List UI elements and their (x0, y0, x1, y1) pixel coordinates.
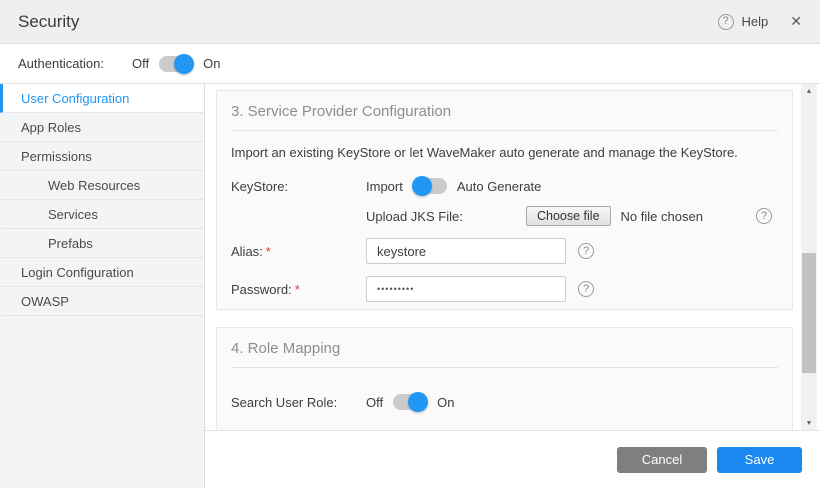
toggle-knob (174, 54, 194, 74)
help-link[interactable]: Help (742, 14, 769, 29)
keystore-description: Import an existing KeyStore or let WaveM… (231, 145, 778, 160)
alias-input[interactable] (366, 238, 566, 264)
required-asterisk: * (266, 244, 271, 259)
file-chosen-status: No file chosen (621, 209, 703, 224)
sidebar-item-permissions[interactable]: Permissions (0, 142, 204, 171)
password-label-text: Password: (231, 282, 292, 297)
search-user-role-row: Search User Role: Off On (231, 394, 778, 410)
sidebar-item-web-resources[interactable]: Web Resources (0, 171, 204, 200)
alias-label-text: Alias: (231, 244, 263, 259)
password-row: Password:* ? (231, 276, 778, 302)
vertical-scrollbar[interactable]: ▲ ▼ (801, 84, 817, 430)
keystore-toggle[interactable] (413, 178, 447, 194)
authentication-toggle[interactable] (159, 56, 193, 72)
service-provider-configuration-section: 3. Service Provider Configuration Import… (216, 90, 793, 310)
authentication-label: Authentication: (18, 56, 104, 71)
keystore-autogenerate-label: Auto Generate (457, 179, 542, 194)
section-title: 3. Service Provider Configuration (231, 103, 778, 120)
required-asterisk: * (295, 282, 300, 297)
security-sidebar: User Configuration App Roles Permissions… (0, 84, 205, 488)
upload-jks-row: Upload JKS File: Choose file No file cho… (231, 206, 778, 226)
alias-help-icon[interactable]: ? (578, 243, 594, 259)
close-icon[interactable]: ✕ (790, 13, 802, 30)
choose-file-button[interactable]: Choose file (526, 206, 611, 226)
page-title: Security (18, 12, 79, 32)
role-mapping-section: 4. Role Mapping Search User Role: Off On… (216, 327, 793, 430)
sidebar-item-app-roles[interactable]: App Roles (0, 113, 204, 142)
password-help-icon[interactable]: ? (578, 281, 594, 297)
search-user-role-label: Search User Role: (231, 395, 366, 410)
authentication-on-label: On (203, 56, 220, 71)
password-input[interactable] (366, 276, 566, 302)
authentication-off-label: Off (132, 56, 149, 71)
alias-row: Alias:* ? (231, 238, 778, 264)
sidebar-item-login-configuration[interactable]: Login Configuration (0, 258, 204, 287)
header-actions: ? Help ✕ (718, 13, 802, 30)
scroll-up-icon[interactable]: ▲ (801, 84, 817, 98)
upload-jks-label: Upload JKS File: (366, 209, 526, 224)
settings-scroll-area: 3. Service Provider Configuration Import… (205, 84, 820, 430)
dialog-footer: Cancel Save (205, 430, 820, 488)
security-dialog: Security ? Help ✕ Authentication: Off On… (0, 0, 820, 488)
help-icon[interactable]: ? (718, 14, 734, 30)
alias-label: Alias:* (231, 244, 366, 259)
dialog-body: User Configuration App Roles Permissions… (0, 84, 820, 488)
main-panel: 3. Service Provider Configuration Import… (205, 84, 820, 488)
section-divider (231, 367, 778, 368)
scrollbar-thumb[interactable] (802, 253, 816, 373)
sidebar-item-user-configuration[interactable]: User Configuration (0, 84, 204, 113)
save-button[interactable]: Save (717, 447, 802, 473)
sidebar-item-services[interactable]: Services (0, 200, 204, 229)
sidebar-item-prefabs[interactable]: Prefabs (0, 229, 204, 258)
search-user-role-off-label: Off (366, 395, 383, 410)
scroll-down-icon[interactable]: ▼ (801, 416, 817, 430)
keystore-import-label: Import (366, 179, 403, 194)
section-title: 4. Role Mapping (231, 340, 778, 357)
toggle-knob (408, 392, 428, 412)
section-divider (231, 130, 778, 131)
keystore-label: KeyStore: (231, 179, 366, 194)
search-user-role-toggle[interactable] (393, 394, 427, 410)
sidebar-item-owasp[interactable]: OWASP (0, 287, 204, 316)
cancel-button[interactable]: Cancel (617, 447, 707, 473)
toggle-knob (412, 176, 432, 196)
authentication-bar: Authentication: Off On (0, 44, 820, 84)
keystore-row: KeyStore: Import Auto Generate (231, 178, 778, 194)
dialog-header: Security ? Help ✕ (0, 0, 820, 44)
upload-help-icon[interactable]: ? (756, 208, 772, 224)
search-user-role-on-label: On (437, 395, 454, 410)
password-label: Password:* (231, 282, 366, 297)
